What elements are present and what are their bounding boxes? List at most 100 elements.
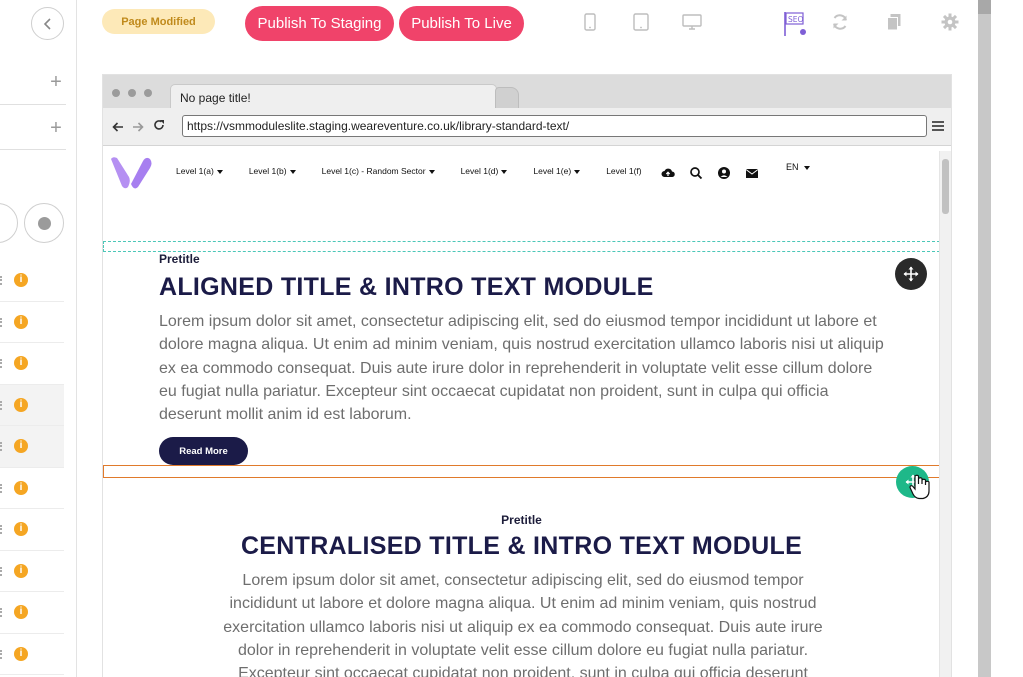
add-section-icon[interactable]: + (48, 72, 64, 92)
nav-item-label: Level 1(a) (176, 166, 214, 176)
scrollbar-thumb[interactable] (978, 0, 991, 14)
window-dot (144, 89, 152, 97)
url-field[interactable]: https://vsmmoduleslite.staging.wearevent… (182, 115, 927, 137)
nav-item-label: Level 1(d) (460, 166, 499, 176)
drag-handle-icon[interactable] (0, 276, 3, 285)
drag-handle-icon[interactable] (0, 442, 3, 451)
window-dot (128, 89, 136, 97)
module2-pretitle: Pretitle (501, 513, 542, 527)
desktop-icon[interactable] (682, 12, 702, 32)
nav-item-label: Level 1(b) (248, 166, 287, 176)
info-icon[interactable]: i (14, 646, 28, 661)
back-arrow-icon[interactable] (112, 120, 124, 135)
cloud-upload-icon[interactable] (661, 166, 675, 180)
read-more-button[interactable]: Read More (159, 437, 248, 465)
nav-item[interactable]: Level 1(e) (533, 166, 593, 176)
module-list-row[interactable]: i (0, 260, 64, 302)
info-icon[interactable]: i (14, 522, 28, 536)
info-icon[interactable]: i (14, 397, 28, 412)
module-list-row[interactable]: i (0, 634, 64, 675)
module-list-row[interactable]: i (0, 509, 64, 551)
drag-handle-icon[interactable] (0, 400, 3, 410)
forward-arrow-icon[interactable] (132, 120, 144, 135)
drag-handle-icon[interactable] (0, 483, 3, 493)
mail-icon[interactable] (745, 166, 759, 180)
module2-title: CENTRALISED TITLE & INTRO TEXT MODULE (240, 532, 803, 560)
site-scrollbar-thumb[interactable] (942, 159, 949, 214)
nav-item[interactable]: Level 1(d) (461, 166, 521, 176)
seo-label: SEO (788, 15, 803, 24)
page-scrollbar[interactable] (978, 0, 991, 677)
drag-handle-icon[interactable] (0, 359, 3, 368)
chevron-down-icon (216, 169, 223, 174)
reload-icon[interactable] (153, 119, 165, 134)
site-preview: Level 1(a) Level 1(b) Level 1(c) - Random … (103, 146, 951, 677)
module-list-row[interactable]: i (0, 468, 64, 509)
browser-menu-icon[interactable] (932, 121, 944, 131)
drag-handle-icon[interactable] (0, 649, 3, 659)
left-sidebar: + + i i i i i i i i i i (0, 0, 77, 677)
site-logo[interactable] (109, 155, 153, 191)
tablet-icon[interactable] (631, 12, 651, 32)
divider (0, 104, 66, 105)
module-list-row[interactable]: i (0, 551, 64, 592)
add-section-icon[interactable]: + (48, 118, 64, 138)
chevron-down-icon (501, 169, 508, 174)
gear-icon[interactable] (940, 12, 960, 32)
chevron-down-icon (804, 165, 811, 170)
collapse-sidebar-button[interactable] (31, 7, 64, 40)
refresh-icon[interactable] (830, 12, 850, 32)
info-icon[interactable]: i (14, 356, 28, 370)
info-icon[interactable]: i (14, 563, 28, 578)
language-selector[interactable]: EN (786, 162, 811, 172)
nav-item[interactable]: Level 1(a) (176, 166, 236, 176)
info-icon[interactable]: i (14, 273, 28, 287)
module-list-row[interactable]: i (0, 343, 64, 385)
chevron-down-icon (289, 169, 296, 174)
info-icon[interactable]: i (14, 314, 28, 329)
nav-item[interactable]: Level 1(b) (249, 166, 309, 176)
cms-editor: + + i i i i i i i i i i Page Modified Publish To … (0, 0, 1023, 677)
publish-to-live-button[interactable]: Publish To Live (399, 6, 524, 41)
new-tab[interactable] (495, 87, 519, 109)
module-list-row[interactable]: i (0, 384, 64, 426)
nav-item[interactable]: Level 1(f) (606, 166, 641, 176)
module-list-row[interactable]: i (0, 302, 64, 343)
browser-preview: No page title! https://vsmmoduleslite.st… (103, 75, 951, 677)
divider (0, 149, 66, 150)
hand-cursor-icon (909, 474, 930, 500)
drag-handle-icon[interactable] (0, 317, 3, 327)
copy-icon[interactable] (884, 12, 904, 32)
nav-item[interactable]: Level 1(c) - Random Sector (322, 166, 448, 176)
browser-titlebar: No page title! (103, 75, 951, 109)
move-handle[interactable] (895, 258, 927, 290)
seo-icon[interactable]: SEO (783, 11, 807, 37)
info-icon[interactable]: i (14, 605, 28, 619)
mobile-icon[interactable] (580, 12, 600, 32)
module-list-row[interactable]: i (0, 592, 64, 634)
module1-pretitle: Pretitle (159, 252, 200, 266)
nav-item-label: Level 1(e) (533, 166, 572, 176)
nav-item-label: Level 1(f) (606, 166, 642, 176)
info-icon[interactable]: i (14, 480, 28, 495)
site-scrollbar[interactable] (939, 151, 951, 677)
radio-option-right[interactable] (24, 203, 64, 243)
drag-handle-icon[interactable] (0, 608, 3, 617)
nav-item-label: Level 1(c) - Random Sector (321, 166, 426, 176)
radio-option-left[interactable] (0, 203, 18, 243)
module1-title: ALIGNED TITLE & INTRO TEXT MODULE (159, 273, 654, 301)
chevron-left-icon (43, 17, 51, 30)
publish-to-staging-button[interactable]: Publish To Staging (245, 6, 394, 41)
module-list-row[interactable]: i (0, 426, 64, 468)
drag-handle-icon[interactable] (0, 566, 3, 576)
site-icon-group (661, 166, 773, 180)
drag-handle-icon[interactable] (0, 525, 3, 534)
module-drop-zone (103, 241, 940, 252)
search-icon[interactable] (689, 166, 703, 180)
info-icon[interactable]: i (14, 439, 28, 453)
chevron-down-icon (428, 169, 435, 174)
chevron-down-icon (574, 169, 581, 174)
radio-dot (37, 216, 51, 230)
user-icon[interactable] (717, 166, 731, 180)
browser-tab[interactable]: No page title! (170, 84, 497, 109)
